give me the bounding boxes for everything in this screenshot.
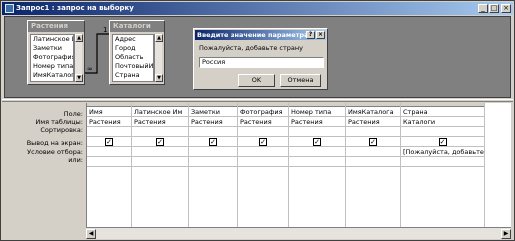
dialog-close-button[interactable]: × <box>316 31 325 39</box>
dialog-titlebar[interactable]: Введите значение параметра ? × <box>195 30 326 40</box>
cell-field[interactable]: Латинское Им <box>132 107 188 117</box>
maximize-button[interactable]: □ <box>489 4 499 13</box>
cell-table[interactable]: Растения <box>346 117 400 127</box>
cell-criteria[interactable] <box>87 147 131 157</box>
cell-criteria[interactable] <box>238 147 288 157</box>
horizontal-scrollbar[interactable]: ◀ ▶ <box>86 227 511 239</box>
show-checkbox[interactable]: ✓ <box>209 138 217 146</box>
cell-table[interactable]: Растения <box>189 117 237 127</box>
cell-field[interactable]: Страна <box>401 107 484 117</box>
cell-sort[interactable] <box>87 127 131 137</box>
cell-or[interactable] <box>401 157 484 167</box>
design-grid: Имя Растения ✓ Латинское Им Растения ✓ Заметки… <box>86 103 511 227</box>
row-label-show: Вывод на экран: <box>26 139 83 147</box>
scroll-left-icon[interactable]: ◀ <box>86 229 96 239</box>
svg-text:∞: ∞ <box>87 65 93 73</box>
svg-text:1: 1 <box>103 26 107 34</box>
parameter-input[interactable]: Россия <box>199 57 324 68</box>
cell-field[interactable]: Заметки <box>189 107 237 117</box>
cell-or[interactable] <box>238 157 288 167</box>
cell-sort[interactable] <box>346 127 400 137</box>
cell-criteria[interactable] <box>189 147 237 157</box>
cell-show[interactable]: ✓ <box>401 137 484 147</box>
row-label-criteria: Условие отбора: <box>27 148 83 156</box>
show-checkbox[interactable]: ✓ <box>313 138 321 146</box>
close-button[interactable]: × <box>501 4 511 13</box>
row-label-field: Поле: <box>63 110 83 118</box>
cell-sort[interactable] <box>189 127 237 137</box>
cell-sort[interactable] <box>132 127 188 137</box>
show-checkbox[interactable]: ✓ <box>438 138 447 146</box>
cell-show[interactable]: ✓ <box>238 137 288 147</box>
cell-or[interactable] <box>346 157 400 167</box>
cell-field[interactable]: ИмяКаталога <box>346 107 400 117</box>
cell-criteria[interactable]: [Пожалуйста, добавьте страну <box>401 147 484 157</box>
cell-or[interactable] <box>132 157 188 167</box>
query-design-grid: Поле: Имя таблицы: Сортировка: Вывод на … <box>4 103 511 239</box>
row-labels: Поле: Имя таблицы: Сортировка: Вывод на … <box>4 103 86 239</box>
cancel-button[interactable]: Отмена <box>280 74 321 87</box>
query-window: Запрос1 : запрос на выборку _ □ × Растен… <box>0 0 515 241</box>
grid-column[interactable]: Имя Растения ✓ <box>87 103 132 227</box>
show-checkbox[interactable]: ✓ <box>259 138 267 146</box>
cell-or[interactable] <box>87 157 131 167</box>
cell-criteria[interactable] <box>289 147 345 157</box>
grid-column[interactable]: СтранаКаталоги ✓[Пожалуйста, добавьте стр… <box>401 103 485 227</box>
show-checkbox[interactable]: ✓ <box>156 138 164 146</box>
window-titlebar[interactable]: Запрос1 : запрос на выборку _ □ × <box>2 2 513 15</box>
cell-table[interactable]: Растения <box>132 117 188 127</box>
cell-table[interactable]: Растения <box>238 117 288 127</box>
minimize-button[interactable]: _ <box>478 4 488 13</box>
dialog-prompt: Пожалуйста, добавьте страну <box>199 44 303 52</box>
cell-sort[interactable] <box>238 127 288 137</box>
ok-button[interactable]: OK <box>238 74 275 87</box>
parameter-dialog: Введите значение параметра ? × Пожалуйст… <box>193 28 328 90</box>
cell-show[interactable]: ✓ <box>346 137 400 147</box>
query-icon <box>5 4 14 13</box>
grid-column[interactable]: Фотография Растения ✓ <box>238 103 289 227</box>
cell-or[interactable] <box>289 157 345 167</box>
grid-column[interactable]: Номер типа Растения ✓ <box>289 103 346 227</box>
cell-or[interactable] <box>189 157 237 167</box>
window-title: Запрос1 : запрос на выборку <box>16 4 134 12</box>
cell-sort[interactable] <box>401 127 484 137</box>
cell-criteria[interactable] <box>346 147 400 157</box>
grid-column[interactable]: Латинское Им Растения ✓ <box>132 103 189 227</box>
cell-show[interactable]: ✓ <box>132 137 188 147</box>
cell-table[interactable]: Каталоги <box>401 117 484 127</box>
row-label-sort: Сортировка: <box>40 126 83 134</box>
cell-field[interactable]: Имя <box>87 107 131 117</box>
help-button[interactable]: ? <box>306 31 315 39</box>
show-checkbox[interactable]: ✓ <box>369 138 377 146</box>
cell-show[interactable]: ✓ <box>189 137 237 147</box>
cell-show[interactable]: ✓ <box>87 137 131 147</box>
scroll-right-icon[interactable]: ▶ <box>501 229 511 239</box>
cell-field[interactable]: Номер типа <box>289 107 345 117</box>
row-label-table: Имя таблицы: <box>35 118 83 126</box>
row-label-or: или: <box>68 156 83 164</box>
grid-column[interactable]: ИмяКаталога Растения ✓ <box>346 103 401 227</box>
cell-field[interactable]: Фотография <box>238 107 288 117</box>
cell-show[interactable]: ✓ <box>289 137 345 147</box>
dialog-title: Введите значение параметра <box>197 31 309 39</box>
cell-criteria[interactable] <box>132 147 188 157</box>
show-checkbox[interactable]: ✓ <box>105 138 113 146</box>
cell-sort[interactable] <box>289 127 345 137</box>
cell-table[interactable]: Растения <box>289 117 345 127</box>
cell-table[interactable]: Растения <box>87 117 131 127</box>
pane-splitter[interactable] <box>2 99 513 102</box>
grid-column[interactable]: Заметки Растения ✓ <box>189 103 238 227</box>
